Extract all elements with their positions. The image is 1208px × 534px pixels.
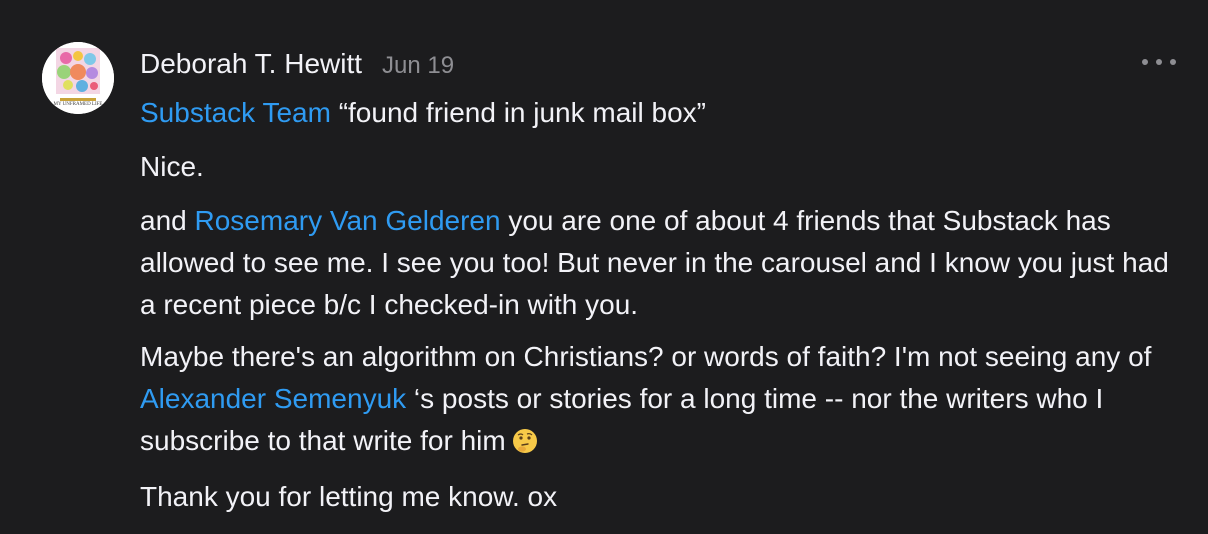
ellipsis-dot bbox=[1156, 59, 1162, 65]
comment-paragraph: and Rosemary Van Gelderen you are one of… bbox=[140, 200, 1180, 326]
comment-paragraph: Thank you for letting me know. ox bbox=[140, 476, 1180, 518]
ellipsis-dot bbox=[1170, 59, 1176, 65]
mention-link[interactable]: Substack Team bbox=[140, 97, 331, 128]
avatar-caption: MY UNFRAMED LIFE bbox=[53, 102, 103, 107]
comment-body: Substack Team “found friend in junk mail… bbox=[140, 92, 1180, 518]
author-name[interactable]: Deborah T. Hewitt bbox=[140, 44, 362, 84]
mention-link[interactable]: Alexander Semenyuk bbox=[140, 383, 406, 414]
paragraph-text: “found friend in junk mail box” bbox=[330, 97, 706, 128]
comment-paragraph: Substack Team “found friend in junk mail… bbox=[140, 92, 1180, 134]
mention-link[interactable]: Rosemary Van Gelderen bbox=[195, 205, 501, 236]
paragraph-text: and bbox=[140, 205, 195, 236]
comment-paragraph: Maybe there's an algorithm on Christians… bbox=[140, 336, 1180, 462]
comment-header: Deborah T. Hewitt Jun 19 bbox=[140, 44, 454, 84]
more-options-button[interactable] bbox=[1142, 50, 1176, 74]
comment-paragraph: Nice. bbox=[140, 146, 1180, 188]
ellipsis-dot bbox=[1142, 59, 1148, 65]
thinking-face-emoji-icon bbox=[512, 429, 537, 453]
paragraph-text: Nice. bbox=[140, 151, 204, 182]
comment-date[interactable]: Jun 19 bbox=[382, 46, 454, 86]
paragraph-text: Thank you for letting me know. ox bbox=[140, 481, 558, 512]
comment: MY UNFRAMED LIFE Deborah T. Hewitt Jun 1… bbox=[0, 0, 1208, 534]
avatar[interactable]: MY UNFRAMED LIFE bbox=[42, 42, 114, 114]
paragraph-text: Maybe there's an algorithm on Christians… bbox=[140, 341, 1152, 372]
